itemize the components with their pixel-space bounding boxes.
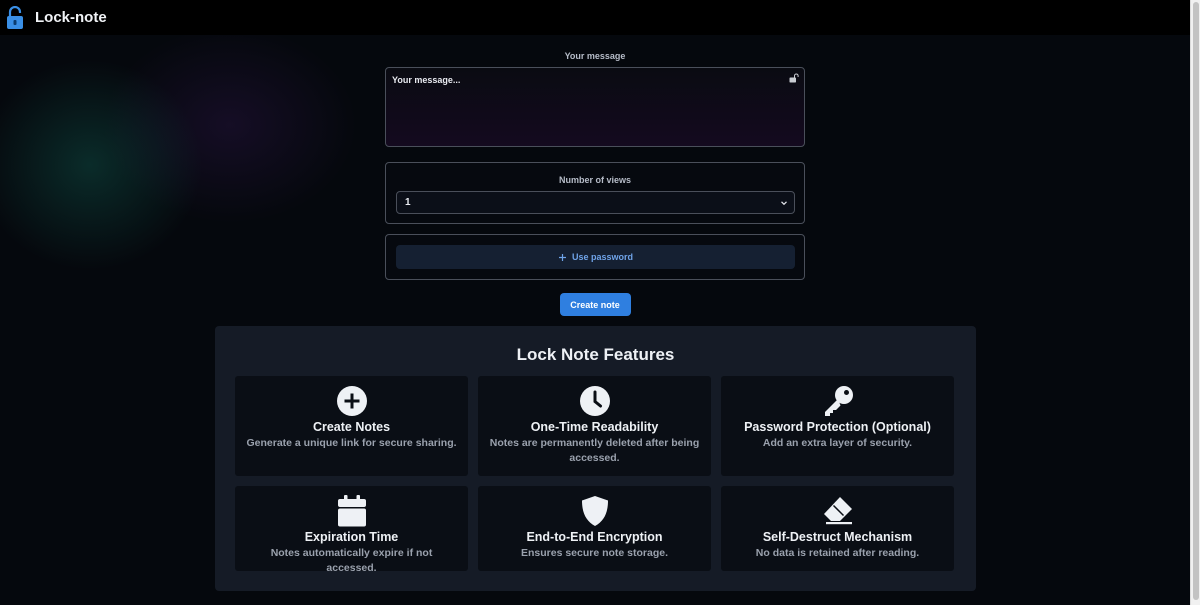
feature-desc: Ensures secure note storage. [520, 547, 669, 559]
features-title: Lock Note Features [516, 345, 675, 364]
plus-circle-icon [336, 386, 367, 416]
feature-desc: Notes are permanently deleted after bein… [489, 437, 700, 464]
features-section: Lock Note Features Create Notes Generate… [215, 326, 976, 591]
feature-desc: Add an extra layer of security. [762, 437, 913, 449]
feature-title: One-Time Readability [530, 420, 659, 434]
feature-card-expiration: Expiration Time Notes automatically expi… [235, 486, 468, 574]
shield-icon [581, 496, 608, 526]
use-password-label: Use password [571, 252, 634, 262]
feature-card-one-time: One-Time Readability Notes are permanent… [478, 376, 711, 476]
feature-card-encryption: End-to-End Encryption Ensures secure not… [478, 486, 711, 571]
feature-title: Password Protection (Optional) [744, 420, 931, 434]
chevron-down-icon [781, 200, 787, 205]
feature-title: Create Notes [312, 420, 391, 434]
feature-card-password: Password Protection (Optional) Add an ex… [721, 376, 954, 476]
views-panel: Number of views 1 [385, 162, 805, 224]
password-panel: Use password [385, 234, 805, 280]
feature-desc: No data is retained after reading. [755, 547, 920, 559]
feature-title: End-to-End Encryption [526, 530, 663, 544]
eraser-icon [823, 497, 852, 525]
feature-title: Expiration Time [304, 530, 399, 544]
unlock-icon [789, 73, 799, 83]
feature-title: Self-Destruct Mechanism [762, 530, 913, 544]
padlock-icon [7, 5, 23, 29]
views-select[interactable]: 1 [396, 191, 795, 214]
message-label: Your message [564, 51, 626, 61]
page-scrollbar[interactable] [1190, 0, 1200, 605]
app-header: Lock-note [0, 0, 1190, 35]
clock-icon [579, 386, 610, 416]
create-note-button[interactable]: Create note [559, 293, 631, 316]
note-form: Your message Number of views 1 Use passw… [385, 50, 805, 316]
key-icon [824, 386, 853, 416]
message-input[interactable] [392, 75, 798, 139]
views-selected-value: 1 [405, 197, 411, 208]
feature-card-self-destruct: Self-Destruct Mechanism No data is retai… [721, 486, 954, 571]
brand-name[interactable]: Lock-note [35, 9, 107, 26]
feature-desc: Notes automatically expire if not access… [270, 547, 433, 574]
plus-icon [558, 253, 566, 261]
views-label: Number of views [558, 175, 632, 185]
scrollbar-thumb[interactable] [1193, 2, 1199, 600]
message-box[interactable] [385, 67, 805, 147]
feature-desc: Generate a unique link for secure sharin… [246, 437, 457, 449]
use-password-button[interactable]: Use password [396, 245, 795, 269]
feature-card-create-notes: Create Notes Generate a unique link for … [235, 376, 468, 476]
calendar-icon [337, 495, 366, 527]
